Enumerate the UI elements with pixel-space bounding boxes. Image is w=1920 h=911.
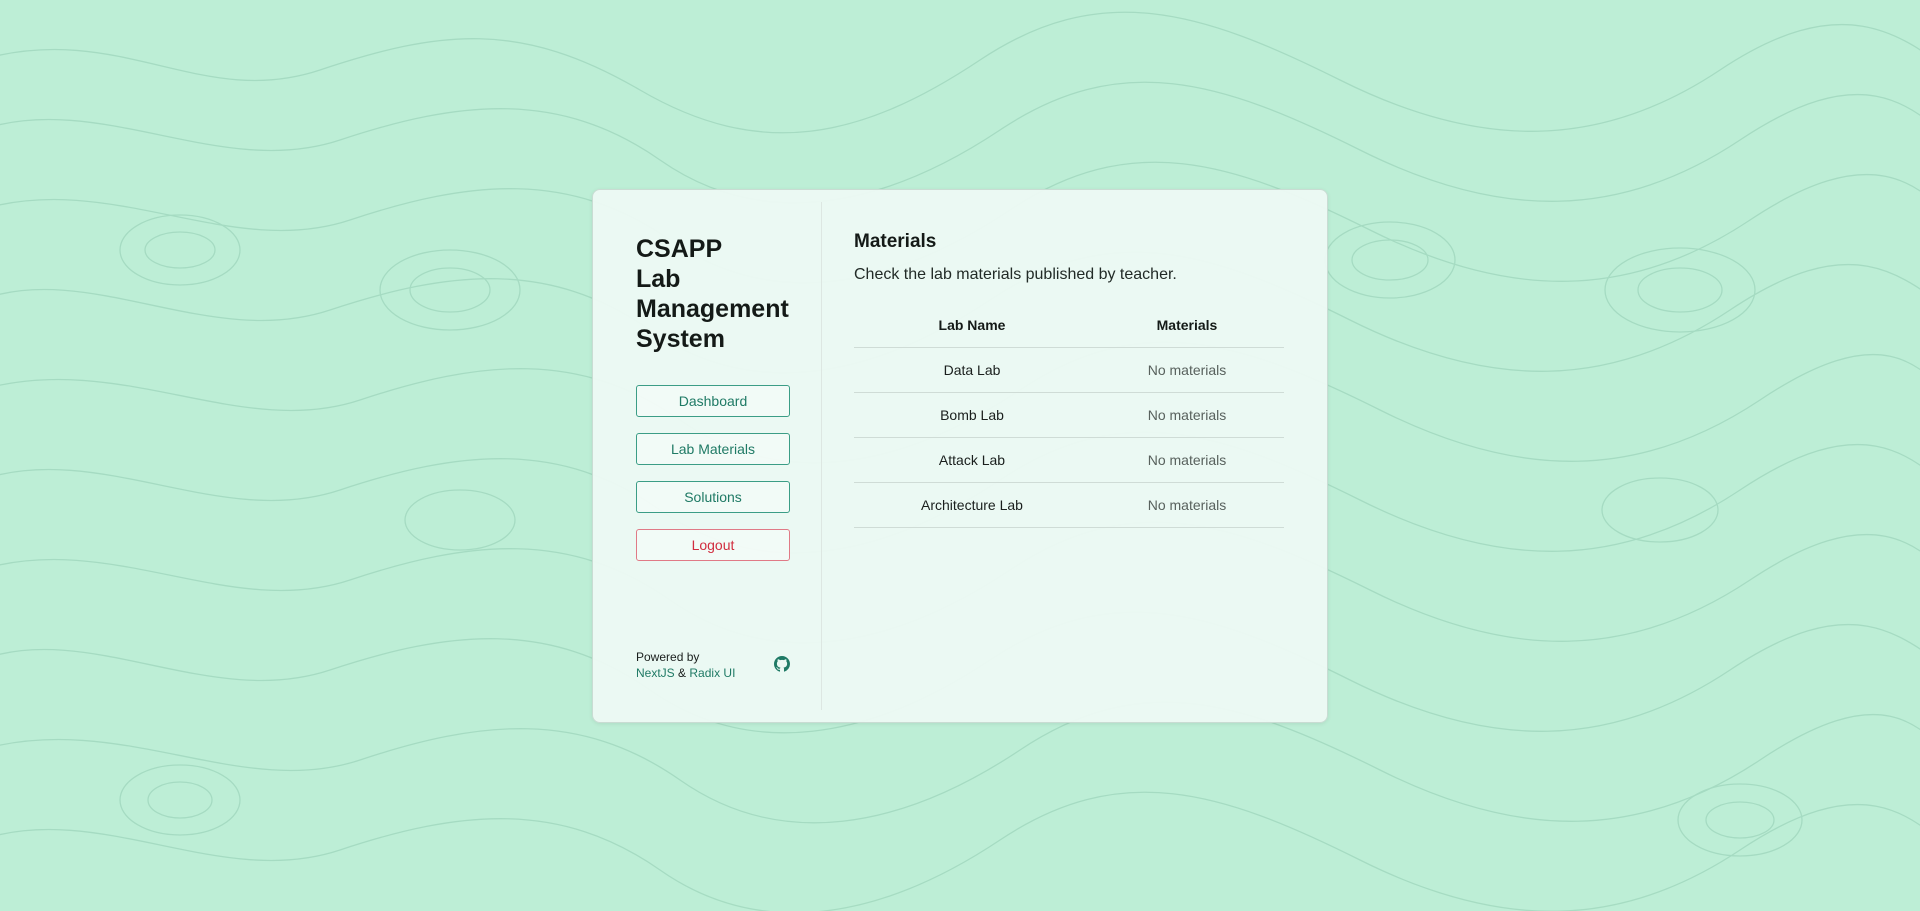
sidebar: CSAPP Lab Management System Dashboard La… bbox=[593, 202, 822, 710]
table-row: Architecture Lab No materials bbox=[854, 482, 1284, 528]
lab-name-cell: Attack Lab bbox=[854, 437, 1090, 483]
column-header-materials: Materials bbox=[1090, 303, 1284, 348]
app-title-line: CSAPP bbox=[636, 235, 723, 263]
table-row: Attack Lab No materials bbox=[854, 437, 1284, 483]
page-subtitle: Check the lab materials published by tea… bbox=[854, 266, 1177, 283]
table-row: Bomb Lab No materials bbox=[854, 392, 1284, 438]
dashboard-button[interactable]: Dashboard bbox=[636, 385, 790, 417]
lab-name-cell: Data Lab bbox=[854, 347, 1090, 393]
materials-cell: No materials bbox=[1090, 482, 1284, 528]
powered-by-label: Powered by bbox=[636, 650, 700, 664]
app-title-line: Lab bbox=[636, 265, 681, 293]
github-icon[interactable] bbox=[774, 656, 790, 672]
ampersand: & bbox=[678, 666, 687, 680]
lab-materials-button[interactable]: Lab Materials bbox=[636, 433, 790, 465]
app-title-line: Management bbox=[636, 295, 789, 323]
column-header-lab-name: Lab Name bbox=[854, 303, 1090, 348]
table-row: Data Lab No materials bbox=[854, 347, 1284, 393]
materials-cell: No materials bbox=[1090, 392, 1284, 438]
materials-cell: No materials bbox=[1090, 437, 1284, 483]
materials-cell: No materials bbox=[1090, 347, 1284, 393]
materials-table: Lab Name Materials Data Lab No materials… bbox=[854, 303, 1284, 528]
solutions-button[interactable]: Solutions bbox=[636, 481, 790, 513]
nextjs-link[interactable]: NextJS bbox=[636, 666, 675, 680]
page-title: Materials bbox=[854, 231, 937, 252]
powered-by: Powered by NextJS & Radix UI bbox=[636, 649, 735, 681]
powered-by-links: NextJS & Radix UI bbox=[636, 665, 735, 681]
lab-name-cell: Architecture Lab bbox=[854, 482, 1090, 528]
app-title: CSAPP Lab Management System bbox=[636, 234, 816, 354]
app-title-line: System bbox=[636, 325, 725, 353]
main-card: CSAPP Lab Management System Dashboard La… bbox=[592, 189, 1328, 723]
table-header-row: Lab Name Materials bbox=[854, 303, 1284, 348]
logout-button[interactable]: Logout bbox=[636, 529, 790, 561]
lab-name-cell: Bomb Lab bbox=[854, 392, 1090, 438]
radix-ui-link[interactable]: Radix UI bbox=[689, 666, 735, 680]
